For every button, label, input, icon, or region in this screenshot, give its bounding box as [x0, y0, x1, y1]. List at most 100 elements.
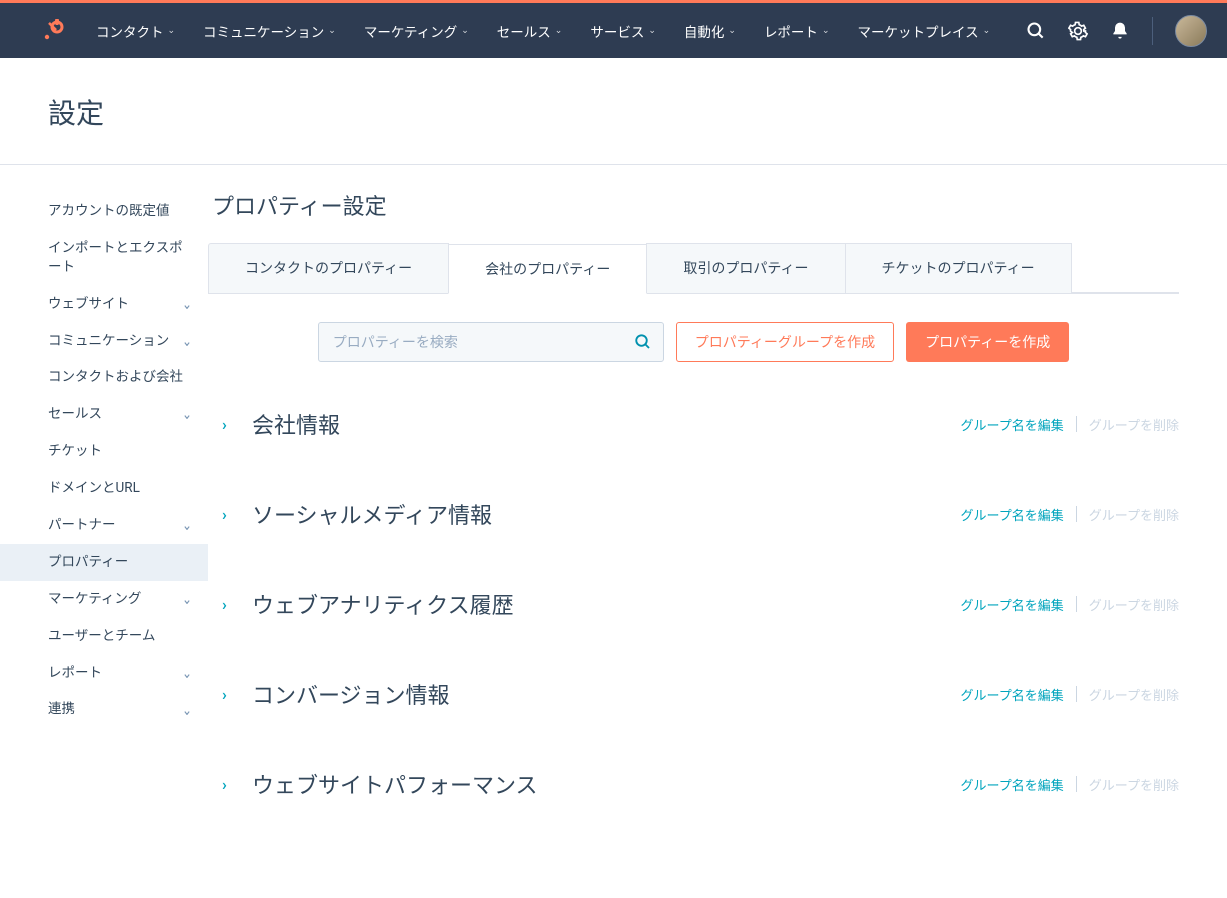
nav-item-sales[interactable]: セールス⌄ — [497, 21, 563, 41]
group-actions: グループ名を編集 グループを削除 — [961, 505, 1179, 524]
property-group-2: ›ウェブアナリティクス履歴グループ名を編集 グループを削除 — [208, 588, 1179, 620]
nav-item-reports[interactable]: レポート⌄ — [764, 21, 830, 41]
delete-group-link: グループを削除 — [1089, 775, 1179, 794]
chevron-down-icon: ⌄ — [182, 330, 192, 352]
sidebar-item-4[interactable]: コンタクトおよび会社 — [0, 359, 208, 396]
sidebar-item-label: ドメインとURL — [48, 479, 140, 498]
edit-group-name-link[interactable]: グループ名を編集 — [961, 505, 1064, 524]
main-content: プロパティー設定 コンタクトのプロパティー 会社のプロパティー 取引のプロパティ… — [208, 165, 1227, 898]
action-row: プロパティーグループを作成 プロパティーを作成 — [208, 322, 1179, 362]
group-title: ウェブサイトパフォーマンス — [252, 768, 961, 800]
edit-group-name-link[interactable]: グループ名を編集 — [961, 415, 1064, 434]
sidebar-item-10[interactable]: マーケティング ⌄ — [0, 581, 208, 618]
sidebar-item-label: 連携 — [48, 700, 75, 719]
sidebar-item-label: アカウントの既定値 — [48, 202, 170, 221]
delete-group-link: グループを削除 — [1089, 595, 1179, 614]
nav-item-marketplace[interactable]: マーケットプレイス⌄ — [857, 21, 990, 41]
delete-group-link: グループを削除 — [1089, 415, 1179, 434]
expand-caret-icon[interactable]: › — [222, 505, 252, 524]
property-group-3: ›コンバージョン情報グループ名を編集グループを削除 — [208, 678, 1179, 710]
sidebar-item-8[interactable]: パートナー ⌄ — [0, 507, 208, 544]
chevron-down-icon: ⌄ — [182, 662, 192, 684]
nav-item-contacts[interactable]: コンタクト⌄ — [96, 21, 175, 41]
sidebar-item-label: チケット — [48, 442, 102, 461]
settings-sidebar: アカウントの既定値インポートとエクスポートウェブサイト ⌄ コミュニケーション ⌄ コン… — [0, 165, 208, 898]
edit-group-name-link[interactable]: グループ名を編集 — [961, 775, 1064, 794]
property-group-4: ›ウェブサイトパフォーマンスグループ名を編集 グループを削除 — [208, 768, 1179, 800]
property-group-1: ›ソーシャルメディア情報グループ名を編集 グループを削除 — [208, 498, 1179, 530]
expand-caret-icon[interactable]: › — [222, 775, 252, 794]
group-actions: グループ名を編集 グループを削除 — [961, 775, 1179, 794]
sidebar-item-label: セールス — [48, 405, 102, 424]
action-divider — [1076, 686, 1077, 702]
sidebar-item-label: パートナー — [48, 516, 116, 535]
tab-deal-properties[interactable]: 取引のプロパティー — [646, 243, 845, 293]
sidebar-item-3[interactable]: コミュニケーション ⌄ — [0, 323, 208, 360]
user-avatar[interactable] — [1175, 15, 1207, 47]
sidebar-item-label: コンタクトおよび会社 — [48, 368, 183, 387]
tab-ticket-properties[interactable]: チケットのプロパティー — [845, 243, 1072, 293]
create-property-group-button[interactable]: プロパティーグループを作成 — [676, 322, 894, 362]
expand-caret-icon[interactable]: › — [222, 595, 252, 614]
nav-item-communication[interactable]: コミュニケーション⌄ — [203, 21, 336, 41]
group-title: 会社情報 — [252, 408, 961, 440]
sidebar-item-label: ウェブサイト — [48, 295, 129, 314]
edit-group-name-link[interactable]: グループ名を編集 — [961, 595, 1064, 614]
chevron-down-icon: ⌄ — [182, 588, 192, 610]
create-property-button[interactable]: プロパティーを作成 — [906, 322, 1069, 362]
sidebar-item-label: マーケティング — [48, 590, 141, 609]
nav-item-automation[interactable]: 自動化⌄ — [684, 21, 736, 41]
notifications-bell-icon[interactable] — [1110, 21, 1130, 41]
sidebar-item-label: コミュニケーション — [48, 332, 169, 351]
group-actions: グループ名を編集 グループを削除 — [961, 595, 1179, 614]
nav-item-service[interactable]: サービス⌄ — [590, 21, 656, 41]
action-divider — [1076, 596, 1077, 612]
expand-caret-icon[interactable]: › — [222, 415, 252, 434]
sidebar-item-13[interactable]: 連携 ⌄ — [0, 691, 208, 728]
sidebar-item-label: レポート — [48, 664, 102, 683]
group-actions: グループ名を編集 グループを削除 — [961, 685, 1179, 704]
nav-divider — [1152, 17, 1153, 45]
section-title: プロパティー設定 — [212, 189, 1179, 221]
sidebar-item-label: プロパティー — [48, 553, 128, 572]
chevron-down-icon: ⌄ — [182, 699, 192, 721]
action-divider — [1076, 416, 1077, 432]
chevron-down-icon: ⌄ — [182, 404, 192, 426]
nav-right — [1026, 15, 1207, 47]
sidebar-item-label: ユーザーとチーム — [48, 627, 155, 646]
page-title: 設定 — [48, 92, 1179, 132]
search-icon[interactable] — [1026, 21, 1046, 41]
group-title: ウェブアナリティクス履歴 — [252, 588, 961, 620]
sidebar-item-1[interactable]: インポートとエクスポート — [0, 230, 208, 286]
sidebar-item-7[interactable]: ドメインとURL — [0, 470, 208, 507]
expand-caret-icon[interactable]: › — [222, 685, 252, 704]
delete-group-link: グループを削除 — [1089, 505, 1179, 524]
chevron-down-icon: ⌄ — [182, 293, 192, 315]
sidebar-item-9[interactable]: プロパティー — [0, 544, 208, 581]
tab-company-properties[interactable]: 会社のプロパティー — [448, 244, 647, 294]
edit-group-name-link[interactable]: グループ名を編集 — [961, 685, 1064, 704]
sidebar-item-2[interactable]: ウェブサイト ⌄ — [0, 286, 208, 323]
sidebar-item-6[interactable]: チケット — [0, 433, 208, 470]
property-group-0: ›会社情報グループ名を編集 グループを削除 — [208, 408, 1179, 440]
top-nav: コンタクト⌄ コミュニケーション⌄ マーケティング⌄ セールス⌄ サービス⌄ 自… — [0, 3, 1227, 58]
action-divider — [1076, 506, 1077, 522]
sidebar-item-5[interactable]: セールス ⌄ — [0, 396, 208, 433]
search-icon[interactable] — [634, 333, 652, 351]
tab-contact-properties[interactable]: コンタクトのプロパティー — [208, 243, 449, 293]
property-search — [318, 322, 664, 362]
nav-item-marketing[interactable]: マーケティング⌄ — [364, 21, 469, 41]
property-tabs: コンタクトのプロパティー 会社のプロパティー 取引のプロパティー チケットのプロ… — [208, 243, 1179, 294]
chevron-down-icon: ⌄ — [182, 515, 192, 537]
group-actions: グループ名を編集 グループを削除 — [961, 415, 1179, 434]
delete-group-link: グループを削除 — [1089, 685, 1179, 704]
sidebar-item-label: インポートとエクスポート — [48, 239, 192, 277]
sidebar-item-11[interactable]: ユーザーとチーム — [0, 618, 208, 655]
action-divider — [1076, 776, 1077, 792]
sidebar-item-12[interactable]: レポート ⌄ — [0, 655, 208, 692]
hubspot-logo-icon[interactable] — [38, 16, 68, 46]
sidebar-item-0[interactable]: アカウントの既定値 — [0, 193, 208, 230]
search-input[interactable] — [318, 322, 664, 362]
group-title: ソーシャルメディア情報 — [252, 498, 961, 530]
settings-gear-icon[interactable] — [1068, 21, 1088, 41]
